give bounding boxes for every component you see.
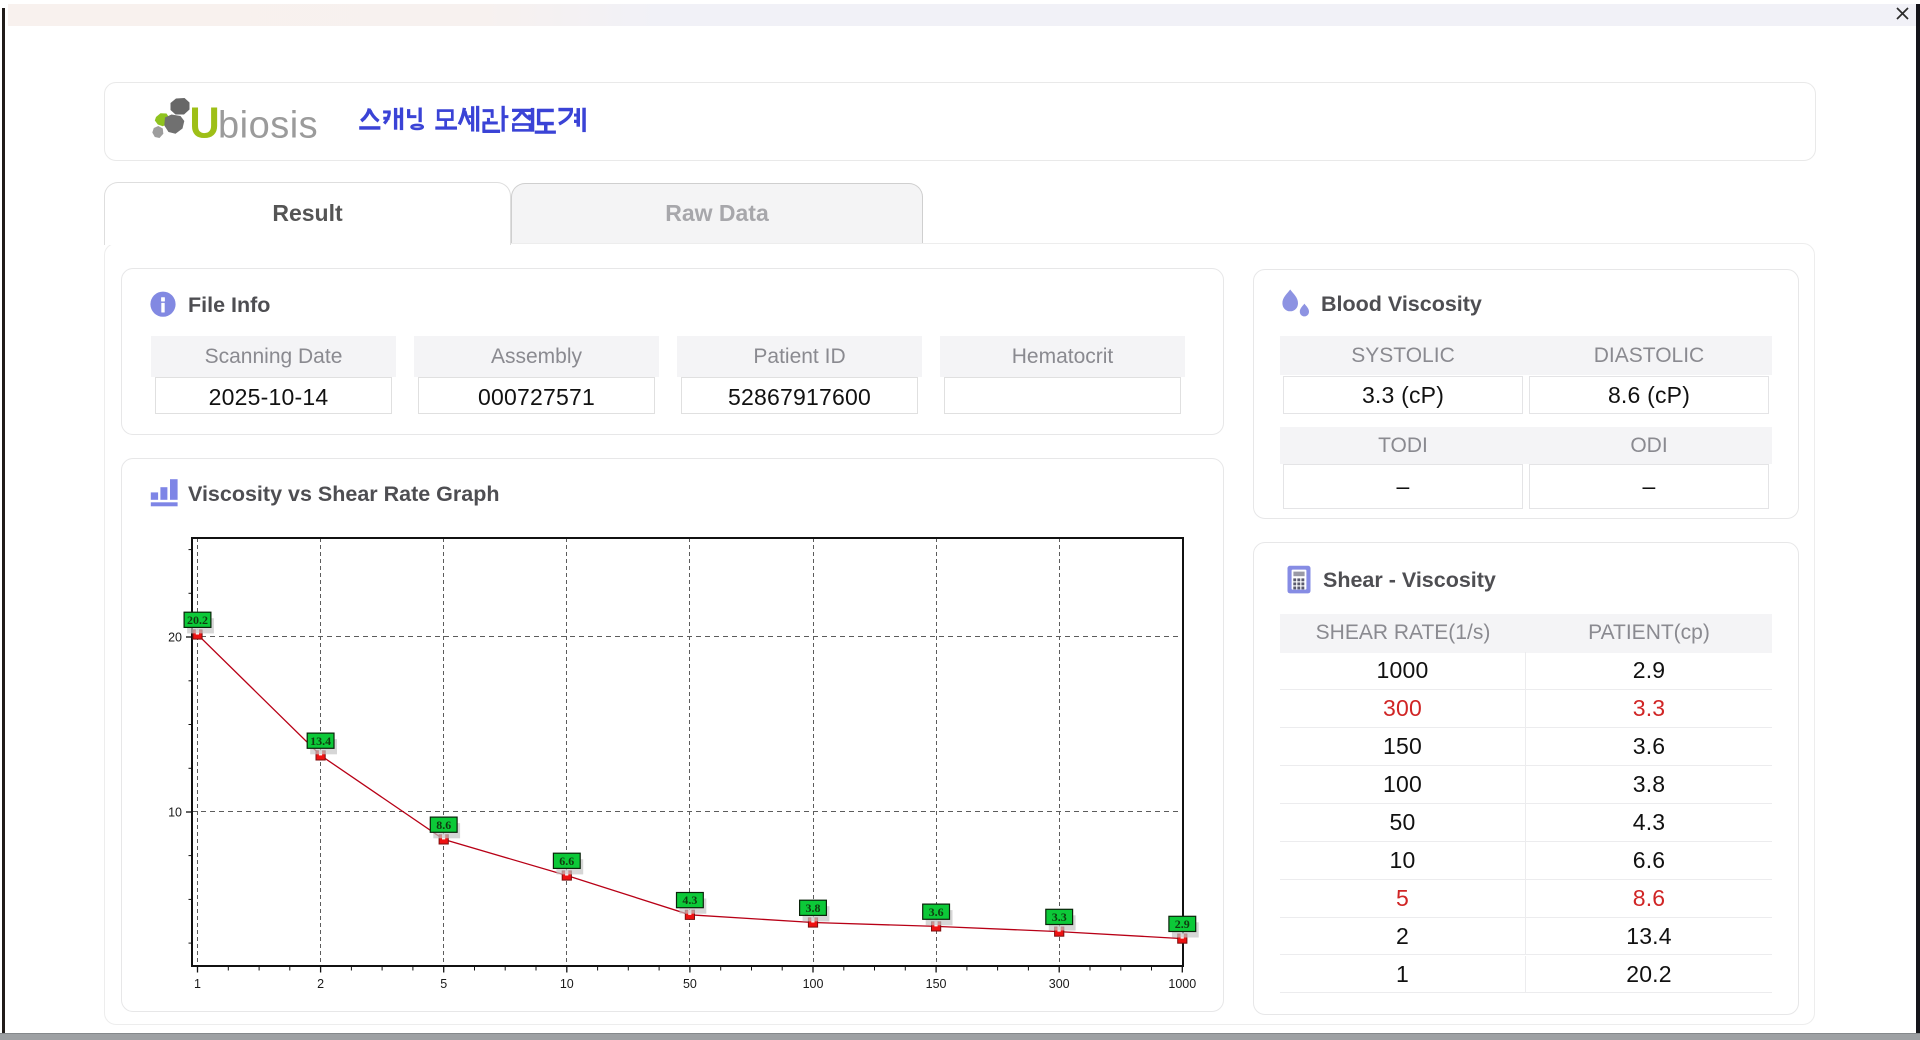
svg-text:6.6: 6.6 <box>559 854 574 868</box>
svg-text:100: 100 <box>803 977 824 991</box>
svg-text:13.4: 13.4 <box>310 734 331 748</box>
svg-text:50: 50 <box>683 977 697 991</box>
svg-text:3.3: 3.3 <box>1052 910 1067 924</box>
svg-text:150: 150 <box>926 977 947 991</box>
svg-text:10: 10 <box>168 806 182 820</box>
svg-text:2.9: 2.9 <box>1175 917 1190 931</box>
svg-text:1000: 1000 <box>1168 977 1196 991</box>
svg-text:10: 10 <box>560 977 574 991</box>
svg-text:20.2: 20.2 <box>187 613 208 627</box>
svg-text:5: 5 <box>440 977 447 991</box>
svg-text:1: 1 <box>194 977 201 991</box>
svg-text:3.6: 3.6 <box>929 905 944 919</box>
svg-text:biosis: biosis <box>218 105 318 145</box>
svg-text:20: 20 <box>168 631 182 645</box>
svg-text:300: 300 <box>1049 977 1070 991</box>
svg-text:4.3: 4.3 <box>682 893 697 907</box>
svg-text:8.6: 8.6 <box>436 818 451 832</box>
svg-text:3.8: 3.8 <box>806 901 821 915</box>
svg-text:2: 2 <box>317 977 324 991</box>
svg-text:U: U <box>190 99 220 144</box>
